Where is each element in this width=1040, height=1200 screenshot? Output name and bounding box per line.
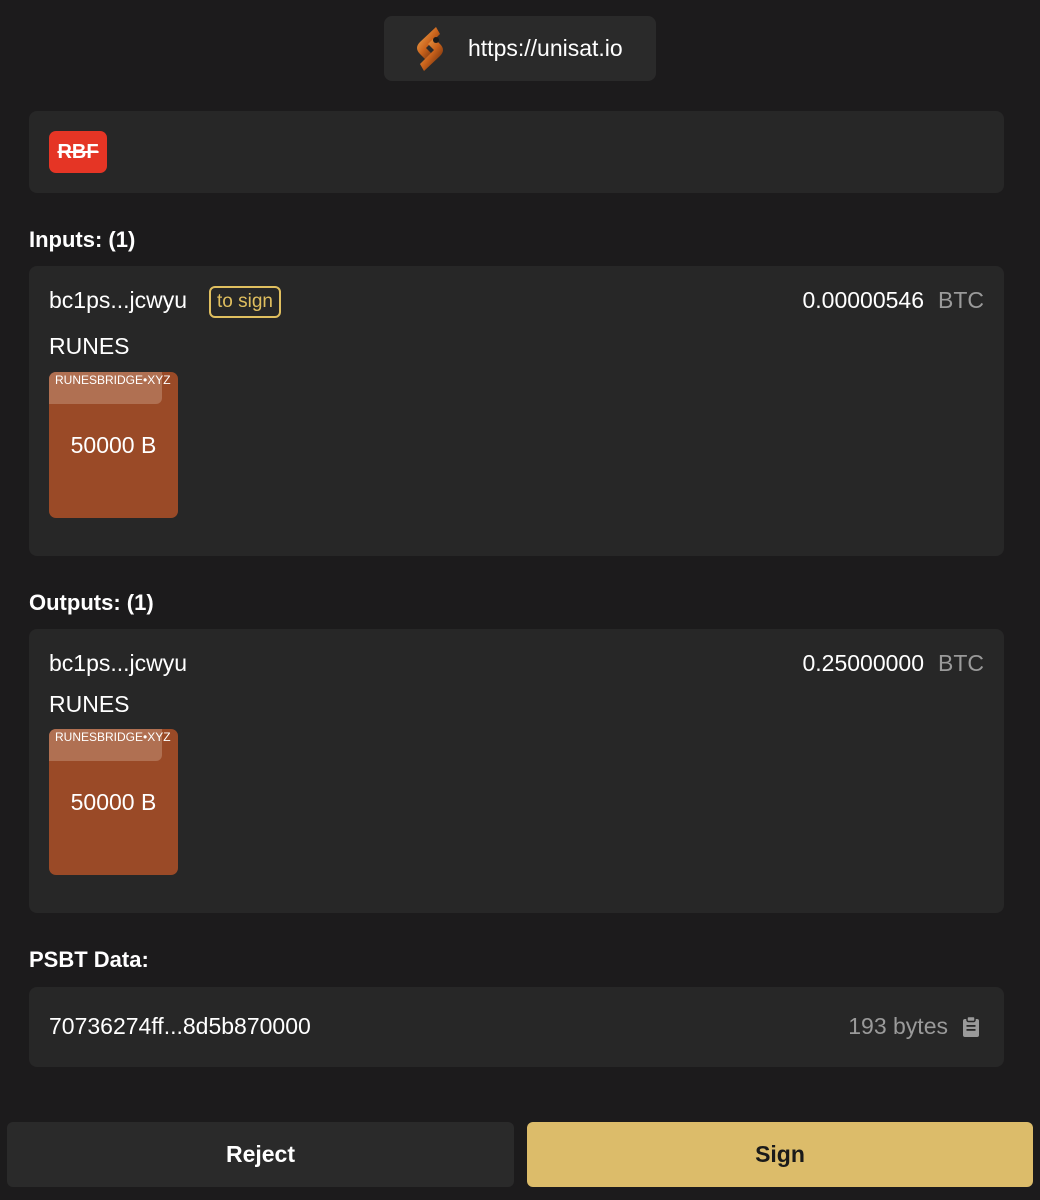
psbt-heading: PSBT Data:	[29, 947, 149, 972]
output-rune-tile[interactable]: RUNESBRIDGE•XYZ 50000 B	[49, 729, 178, 875]
clipboard-icon[interactable]	[962, 1016, 980, 1038]
input-amount-value: 0.00000546	[802, 287, 924, 313]
input-rune-tile[interactable]: RUNESBRIDGE•XYZ 50000 B	[49, 372, 178, 518]
output-amount: 0.25000000 BTC	[802, 650, 984, 677]
psbt-data-card: 70736274ff...8d5b870000 193 bytes	[29, 987, 1004, 1067]
psbt-size: 193 bytes	[848, 1013, 948, 1039]
output-item: bc1ps...jcwyu 0.25000000 BTC RUNES RUNES…	[29, 629, 1004, 913]
rbf-badge: RBF	[49, 131, 107, 173]
output-address[interactable]: bc1ps...jcwyu	[49, 650, 187, 677]
input-amount-unit: BTC	[938, 287, 984, 313]
to-sign-badge: to sign	[209, 286, 281, 318]
outputs-heading: Outputs: (1)	[29, 590, 154, 615]
site-url: https://unisat.io	[468, 35, 623, 61]
input-address[interactable]: bc1ps...jcwyu	[49, 287, 187, 314]
rune-amount: 50000 B	[70, 789, 157, 815]
input-amount: 0.00000546 BTC	[802, 287, 984, 314]
flags-card: RBF	[29, 111, 1004, 193]
rune-amount: 50000 B	[70, 432, 157, 458]
input-asset-type: RUNES	[49, 333, 130, 359]
sign-button[interactable]: Sign	[527, 1122, 1033, 1187]
unisat-logo-icon	[417, 27, 443, 71]
output-asset-type: RUNES	[49, 691, 130, 717]
site-origin-pill: https://unisat.io	[384, 16, 656, 81]
output-amount-value: 0.25000000	[802, 650, 924, 676]
rune-name: RUNESBRIDGE•XYZ	[49, 372, 171, 404]
inputs-heading: Inputs: (1)	[29, 227, 136, 252]
psbt-hex: 70736274ff...8d5b870000	[49, 1013, 311, 1039]
input-item: bc1ps...jcwyu to sign 0.00000546 BTC RUN…	[29, 266, 1004, 556]
rune-name: RUNESBRIDGE•XYZ	[49, 729, 171, 761]
reject-button[interactable]: Reject	[7, 1122, 514, 1187]
output-amount-unit: BTC	[938, 650, 984, 676]
